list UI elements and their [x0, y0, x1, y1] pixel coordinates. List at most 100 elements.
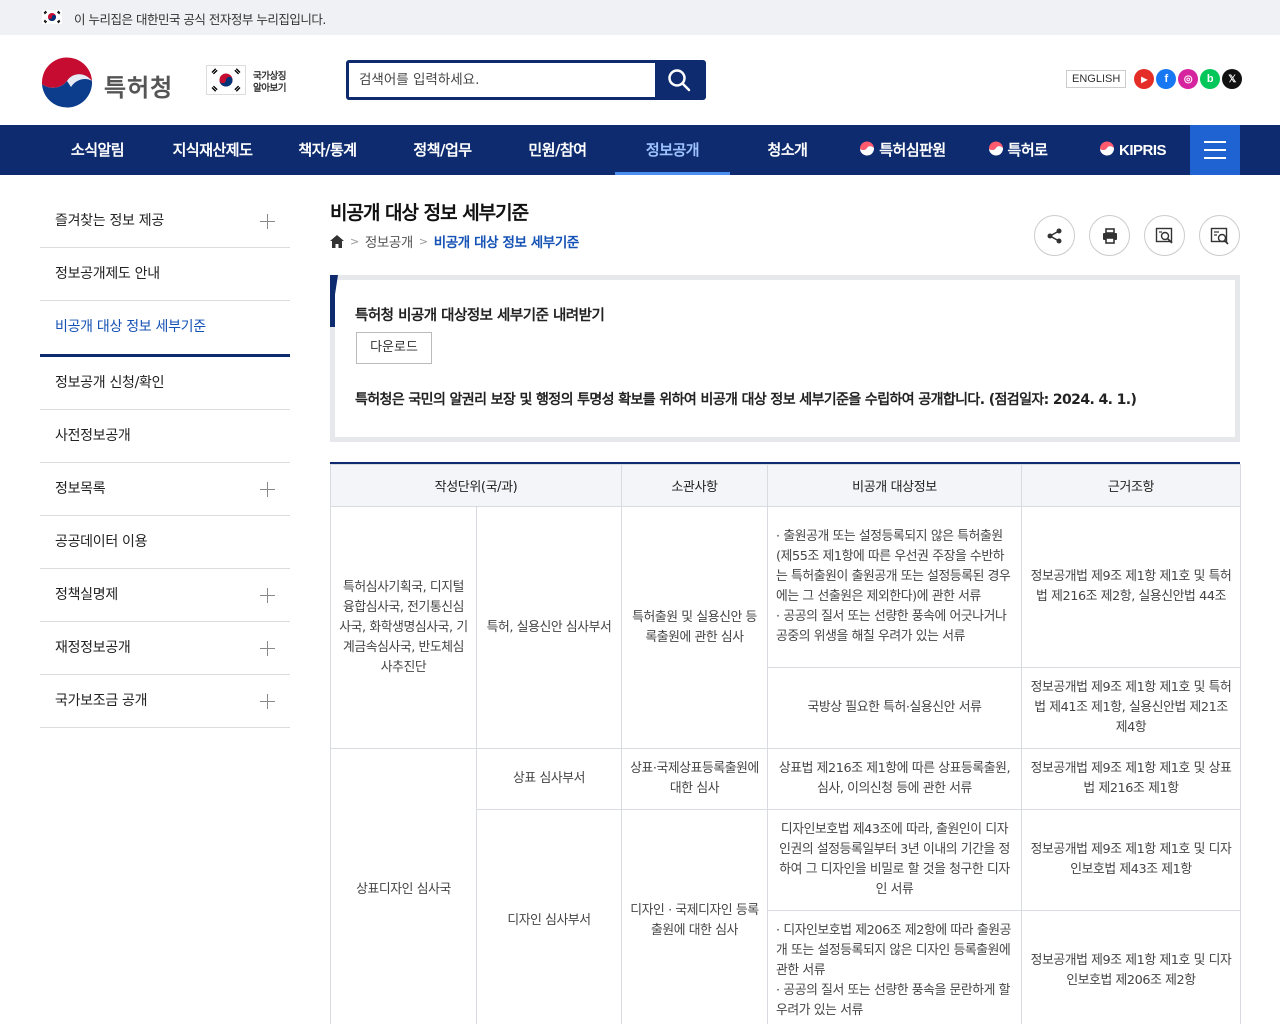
english-link[interactable]: ENGLISH: [1066, 70, 1127, 88]
gnb-item-about[interactable]: 청소개: [730, 125, 845, 175]
all-menu-button[interactable]: [1190, 125, 1240, 175]
instagram-icon[interactable]: ◎: [1178, 69, 1199, 89]
gnb-item-ip-system[interactable]: 지식재산제도: [155, 125, 270, 175]
side-item-favorite-info[interactable]: 즐겨찾는 정보 제공: [40, 195, 290, 248]
table-cell: 특허출원 및 실용신안 등록출원에 관한 심사: [621, 506, 768, 749]
breadcrumb-current: 비공개 대상 정보 세부기준: [433, 235, 580, 251]
gnb-item-policy[interactable]: 정책/업무: [385, 125, 500, 175]
print-button[interactable]: [1089, 215, 1130, 256]
table-cell: 정보공개법 제9조 제1항 제1호 및 특허법 제216조 제2항, 실용신안법…: [1021, 506, 1241, 668]
side-item-policy-name[interactable]: 정책실명제: [40, 569, 290, 622]
share-icon: [1047, 228, 1061, 243]
youtube-glyph: ▶: [1141, 74, 1148, 84]
x-twitter-icon[interactable]: 𝕏: [1222, 69, 1243, 89]
search-button[interactable]: [655, 63, 703, 97]
table-cell: 디자인 · 국제디자인 등록출원에 대한 심사: [621, 809, 768, 1024]
side-item-label: 공공데이터 이용: [55, 534, 148, 550]
side-item-finance[interactable]: 재정정보공개: [40, 622, 290, 675]
gnb-label: 민원/참여: [528, 141, 587, 159]
gnb-label: 청소개: [767, 141, 808, 159]
table-cell: · 출원공개 또는 설정등록되지 않은 특허출원(제55조 제1항에 따른 우선…: [767, 506, 1022, 668]
column-header: 작성단위(국/과): [330, 464, 622, 507]
side-item-label: 정보공개 신청/확인: [55, 375, 165, 391]
gnb-label: 정보공개: [645, 141, 700, 159]
side-item-nondisclosure-criteria[interactable]: 비공개 대상 정보 세부기준: [40, 301, 290, 357]
download-info-box: 특허청 비공개 대상정보 세부기준 내려받기 다운로드 특허청은 국민의 알권리…: [330, 275, 1240, 442]
table-cell: 정보공개법 제9조 제1항 제1호 및 디자인보호법 제43조 제1항: [1021, 809, 1241, 911]
national-symbol-link[interactable]: 국가상징 알아보기: [206, 65, 294, 97]
main-navigation: 소식알림 지식재산제도 책자/통계 정책/업무 민원/참여 정보공개 청소개 특…: [0, 125, 1280, 175]
gnb-label: 특허심판원: [879, 141, 946, 159]
side-item-system-guide[interactable]: 정보공개제도 안내: [40, 248, 290, 301]
table-cell: 특허, 실용신안 심사부서: [476, 506, 622, 749]
header-utilities: ENGLISH ▶ f ◎ b 𝕏: [1066, 67, 1243, 91]
side-item-label: 재정정보공개: [55, 640, 131, 656]
national-flag-icon: [206, 65, 246, 95]
gnb-label: 책자/통계: [298, 141, 357, 159]
youtube-icon[interactable]: ▶: [1134, 69, 1155, 89]
print-icon: [1102, 227, 1117, 244]
column-header: 비공개 대상정보: [767, 464, 1022, 507]
emblem-icon: [1099, 141, 1115, 156]
gnb-item-civil[interactable]: 민원/참여: [500, 125, 615, 175]
blog-icon[interactable]: b: [1200, 69, 1221, 89]
side-item-label: 정책실명제: [55, 587, 118, 603]
facebook-icon[interactable]: f: [1156, 69, 1177, 89]
search-input[interactable]: [349, 63, 659, 97]
search-icon: [668, 69, 691, 92]
gnb-label: 소식알림: [70, 141, 125, 159]
share-button[interactable]: [1034, 215, 1075, 256]
gov-banner-text[interactable]: 이 누리집은 대한민국 공식 전자정부 누리집입니다.: [74, 9, 326, 28]
kipo-logo[interactable]: 특허청: [40, 57, 180, 111]
side-item-subsidy[interactable]: 국가보조금 공개: [40, 675, 290, 728]
gnb-item-patentro[interactable]: 특허로: [960, 125, 1075, 175]
plus-icon[interactable]: [260, 588, 275, 603]
page-tools: [1034, 215, 1254, 256]
breadcrumb: > 정보공개 > 비공개 대상 정보 세부기준: [330, 231, 579, 251]
gnb-item-disclosure[interactable]: 정보공개: [615, 125, 730, 175]
chevron-right-icon: >: [350, 234, 359, 248]
column-header: 근거조항: [1021, 464, 1241, 507]
gnb-item-kipris[interactable]: KIPRIS: [1075, 125, 1190, 175]
zoom-out-button[interactable]: [1199, 215, 1240, 256]
national-symbol-label-2: 알아보기: [253, 83, 286, 94]
emblem-icon: [988, 141, 1003, 156]
hamburger-icon: [1204, 141, 1226, 143]
gnb-label: KIPRIS: [1118, 142, 1167, 159]
gnb-label: 정책/업무: [413, 141, 472, 159]
gov-banner: 이 누리집은 대한민국 공식 전자정부 누리집입니다.: [0, 0, 1280, 35]
side-item-request[interactable]: 정보공개 신청/확인: [40, 357, 290, 410]
instagram-glyph: ◎: [1183, 73, 1193, 85]
side-item-label: 국가보조금 공개: [55, 693, 148, 709]
table-cell: 디자인 심사부서: [476, 809, 622, 1024]
side-item-prior-disclosure[interactable]: 사전정보공개: [40, 410, 290, 463]
table-cell: · 디자인보호법 제206조 제2항에 따라 출원공개 또는 설정등록되지 않은…: [767, 910, 1022, 1024]
criteria-table: 작성단위(국/과) 소관사항 비공개 대상정보 근거조항 특허심사기획국, 디지…: [330, 462, 1241, 1024]
gnb-item-ipt[interactable]: 특허심판원: [845, 125, 960, 175]
plus-icon[interactable]: [260, 482, 275, 497]
table-cell: 정보공개법 제9조 제1항 제1호 및 특허법 제41조 제1항, 실용신안법 …: [1021, 667, 1241, 749]
table-cell: 국방상 필요한 특허·실용신안 서류: [767, 667, 1022, 749]
side-item-public-data[interactable]: 공공데이터 이용: [40, 516, 290, 569]
side-item-label: 사전정보공개: [55, 428, 131, 444]
gnb-item-news[interactable]: 소식알림: [40, 125, 155, 175]
info-description: 특허청은 국민의 알권리 보장 및 행정의 투명성 확보를 위하여 비공개 대상…: [355, 392, 1137, 408]
plus-icon[interactable]: [260, 214, 275, 229]
zoom-in-icon: [1155, 227, 1173, 244]
home-icon[interactable]: [330, 234, 344, 248]
plus-icon[interactable]: [260, 694, 275, 709]
side-item-label: 즐겨찾는 정보 제공: [55, 213, 164, 229]
side-item-info-list[interactable]: 정보목록: [40, 463, 290, 516]
side-item-label: 정보목록: [55, 481, 106, 497]
emblem-icon: [41, 57, 93, 110]
side-menu: 즐겨찾는 정보 제공 정보공개제도 안내 비공개 대상 정보 세부기준 정보공개…: [40, 195, 290, 728]
plus-icon[interactable]: [260, 641, 275, 656]
chevron-right-icon: >: [418, 234, 428, 248]
gnb-label: 특허로: [1007, 141, 1048, 159]
download-button[interactable]: 다운로드: [356, 332, 432, 364]
breadcrumb-item[interactable]: 정보공개: [365, 231, 413, 251]
logo-name: 특허청: [104, 74, 174, 102]
gnb-label: 지식재산제도: [172, 141, 253, 159]
zoom-in-button[interactable]: [1144, 215, 1185, 256]
gnb-item-publications[interactable]: 책자/통계: [270, 125, 385, 175]
